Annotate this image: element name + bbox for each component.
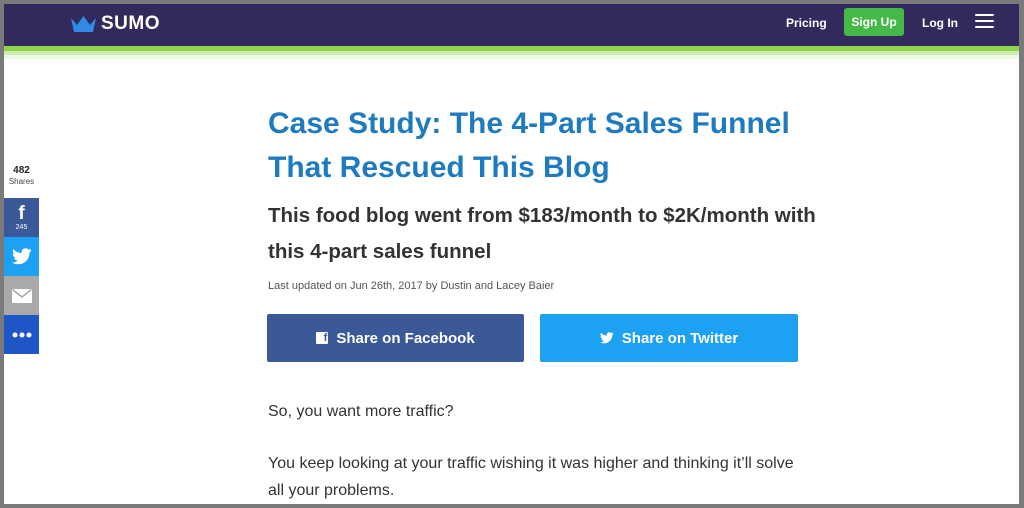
share-total-count: 482: [13, 165, 30, 176]
header-accent-stripe-fade-light: [4, 55, 1019, 59]
share-on-twitter-button[interactable]: Share on Twitter: [540, 314, 798, 362]
facebook-share-count: 245: [15, 224, 28, 231]
share-on-twitter-label: Share on Twitter: [621, 329, 739, 347]
sumo-logo[interactable]: SUMO: [70, 13, 160, 35]
sidebar-email-share-button[interactable]: [4, 276, 39, 315]
share-total-label: Shares: [8, 177, 35, 186]
nav-login-link[interactable]: Log In: [922, 16, 958, 30]
twitter-icon: [599, 332, 614, 344]
sidebar-facebook-share-button[interactable]: f 245: [4, 198, 39, 237]
hamburger-menu-icon[interactable]: [975, 14, 994, 28]
share-total: 482 Shares: [4, 165, 39, 186]
share-on-facebook-button[interactable]: f Share on Facebook: [267, 314, 524, 362]
sidebar-twitter-share-button[interactable]: [4, 237, 39, 276]
article-paragraph: You keep looking at your traffic wishing…: [268, 455, 794, 499]
facebook-icon: f: [18, 203, 25, 224]
article-byline: Last updated on Jun 26th, 2017 by Dustin…: [268, 280, 555, 292]
article-paragraph: So, you want more traffic?: [268, 403, 454, 420]
logo-text: SUMO: [101, 13, 160, 34]
crown-icon: [71, 16, 96, 32]
article-title: Case Study: The 4-Part Sales Funnel That…: [268, 107, 790, 184]
share-on-facebook-label: Share on Facebook: [336, 329, 475, 347]
browser-viewport: SUMO Pricing Sign Up Log In 482 Shares f…: [4, 4, 1019, 504]
article-subtitle: This food blog went from $183/month to $…: [268, 204, 816, 263]
signup-button[interactable]: Sign Up: [844, 8, 904, 36]
top-navigation-bar: SUMO Pricing Sign Up Log In: [4, 4, 1019, 46]
nav-pricing-link[interactable]: Pricing: [786, 16, 827, 30]
more-icon: [12, 332, 31, 337]
email-icon: [11, 288, 32, 303]
sidebar-more-share-button[interactable]: [4, 315, 39, 354]
twitter-icon: [11, 248, 32, 265]
facebook-icon: f: [316, 332, 329, 344]
